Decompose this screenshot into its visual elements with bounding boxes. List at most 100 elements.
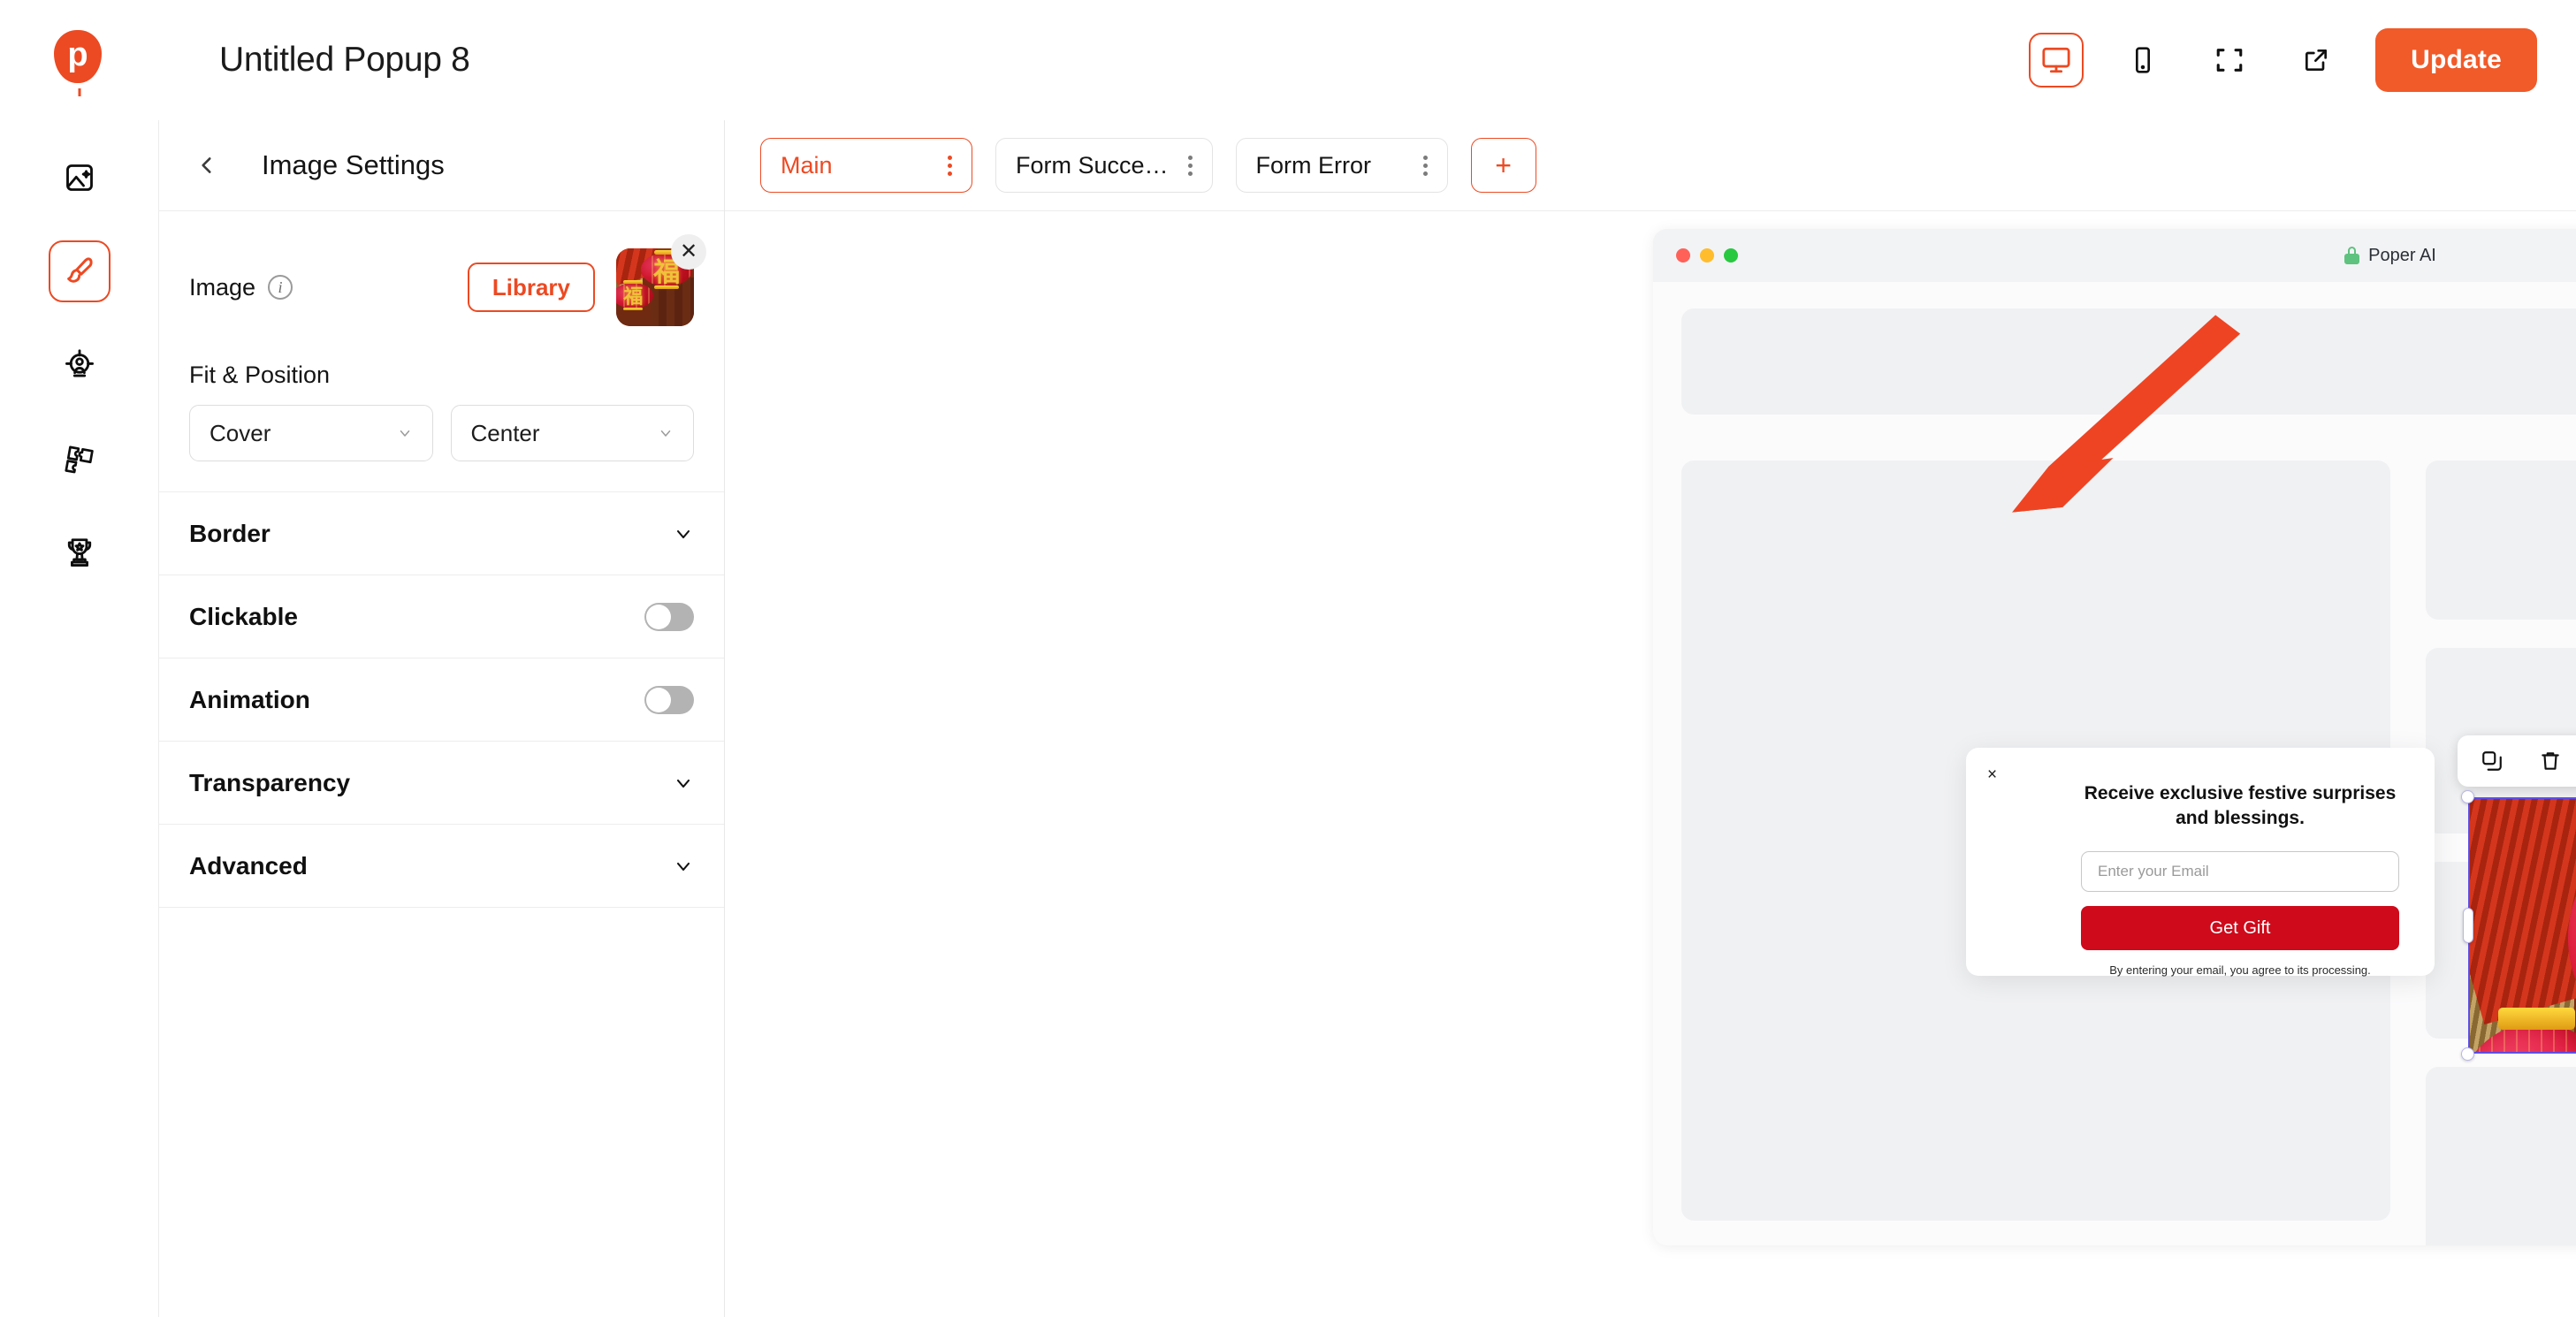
trash-delete-icon[interactable] (2537, 748, 2564, 774)
info-circle-icon[interactable]: i (268, 275, 293, 300)
top-bar-actions: Update (2029, 28, 2576, 92)
library-button[interactable]: Library (467, 263, 595, 312)
fit-select[interactable]: Cover (189, 405, 433, 461)
desktop-view-button[interactable] (2029, 33, 2084, 88)
top-bar: p Untitled Popup 8 Update (0, 0, 2576, 120)
position-select[interactable]: Center (450, 405, 694, 461)
fit-select-value: Cover (210, 419, 271, 446)
section-transparency[interactable]: Transparency (159, 742, 724, 825)
tab-form-success[interactable]: Form Succe… (995, 138, 1213, 193)
popup-consent-note: By entering your email, you agree to its… (2109, 963, 2371, 978)
kebab-menu-icon[interactable] (928, 155, 952, 176)
resize-handle-left[interactable] (2463, 908, 2473, 943)
panel-header: Image Settings (159, 120, 724, 211)
preview-button[interactable] (2289, 33, 2344, 88)
fit-position-selects: Cover Center (189, 405, 694, 461)
chevron-left-icon (202, 157, 211, 173)
section-border-label: Border (189, 519, 271, 547)
tab-form-error-label: Form Error (1255, 151, 1372, 179)
update-button[interactable]: Update (2375, 28, 2537, 92)
chevron-down-icon (673, 523, 694, 544)
puzzle-integrations-icon (64, 445, 94, 474)
app-body: Image Settings Image i Library 福 福 ✕ Fit… (0, 120, 2576, 1317)
logo-letter: p (67, 36, 88, 73)
audience-target-icon (65, 349, 94, 377)
popup-cta-button[interactable]: Get Gift (2081, 906, 2399, 951)
section-transparency-label: Transparency (189, 768, 351, 796)
popup-heading: Receive exclusive festive surprises and … (2084, 783, 2397, 828)
mobile-phone-icon (2136, 47, 2151, 73)
position-select-value: Center (470, 419, 540, 446)
chevron-down-icon (673, 856, 694, 877)
app-root: p Untitled Popup 8 Update Image Settings… (0, 0, 2576, 1317)
balloon-shape: p (54, 30, 102, 83)
browser-mockup: Poper AI (1653, 229, 2576, 1245)
section-animation[interactable]: Animation (159, 658, 724, 742)
mobile-view-button[interactable] (2115, 33, 2170, 88)
clickable-toggle[interactable] (644, 602, 694, 631)
resize-handle-top-left[interactable] (2461, 790, 2474, 803)
poper-balloon-logo: p (54, 30, 105, 96)
popup-preview[interactable]: × Receive exclusive festive surprises an… (1966, 748, 2435, 979)
sidebar-item-integrations[interactable] (49, 428, 111, 490)
sidebar-item-media[interactable] (49, 147, 111, 209)
chevron-down-icon (397, 420, 413, 447)
fullscreen-button[interactable] (2202, 33, 2257, 88)
add-step-button[interactable]: + (1470, 138, 1536, 193)
image-row: Image i Library 福 福 ✕ (189, 234, 706, 337)
popup-content: Receive exclusive festive surprises and … (2081, 781, 2399, 979)
image-label: Image (189, 273, 256, 301)
section-border[interactable]: Border (159, 492, 724, 575)
desktop-monitor-icon (2042, 47, 2070, 73)
popup-email-input[interactable]: Enter your Email (2081, 851, 2399, 893)
section-advanced[interactable]: Advanced (159, 825, 724, 908)
panel-title: Image Settings (262, 149, 445, 180)
section-clickable[interactable]: Clickable (159, 575, 724, 658)
app-logo[interactable]: p (0, 30, 159, 96)
external-link-icon (2305, 49, 2328, 71)
sidebar-item-audience[interactable] (49, 334, 111, 396)
resize-handle-bottom-left[interactable] (2461, 1047, 2474, 1061)
remove-image-button[interactable]: ✕ (671, 234, 706, 270)
placeholder-hero (1681, 308, 2576, 415)
fullscreen-expand-icon (2216, 49, 2243, 72)
kebab-menu-icon[interactable] (1169, 155, 1193, 176)
settings-panel: Image Settings Image i Library 福 福 ✕ Fit… (159, 120, 725, 1317)
popup-close-button[interactable]: × (1987, 765, 1997, 785)
duplicate-copy-icon[interactable] (2479, 748, 2505, 774)
sidebar-item-design[interactable] (48, 240, 111, 302)
panel-empty-space (159, 908, 724, 1317)
tab-form-success-label: Form Succe… (1016, 151, 1169, 179)
image-media-icon (65, 164, 93, 191)
trophy-goals-icon (67, 538, 91, 567)
browser-address: Poper AI (1653, 246, 2576, 266)
section-animation-label: Animation (189, 685, 310, 713)
section-advanced-label: Advanced (189, 851, 308, 879)
step-tab-bar: Main Form Succe… Form Error + (725, 120, 2576, 211)
paint-brush-icon (66, 257, 93, 283)
page-title[interactable]: Untitled Popup 8 (219, 41, 470, 80)
kebab-menu-icon[interactable] (1404, 155, 1428, 176)
selected-image-element[interactable]: 福 福 (2458, 735, 2576, 1061)
animation-toggle[interactable] (644, 685, 694, 714)
section-clickable-label: Clickable (189, 602, 298, 630)
browser-site-name: Poper AI (2368, 245, 2436, 265)
tab-form-error[interactable]: Form Error (1235, 138, 1448, 193)
element-toolbar (2458, 735, 2576, 787)
green-lock-icon (2344, 247, 2360, 264)
browser-title-bar: Poper AI (1653, 229, 2576, 282)
back-button[interactable] (189, 148, 225, 183)
left-icon-rail (0, 120, 159, 1317)
canvas-stage: Poper AI × Receive exclusive festive sur… (725, 211, 2576, 1317)
sidebar-item-goals[interactable] (49, 521, 111, 583)
placeholder-block (2426, 461, 2576, 620)
chevron-down-icon (658, 420, 674, 447)
image-section: Image i Library 福 福 ✕ Fit & Position Cov… (159, 211, 724, 492)
canvas-area: Main Form Succe… Form Error + Poper AI ×… (725, 120, 2576, 1317)
balloon-tail (78, 88, 81, 96)
image-thumbnail-wrap: 福 福 ✕ (616, 234, 706, 326)
tab-main[interactable]: Main (760, 138, 972, 193)
selection-bounding-box (2468, 797, 2576, 1054)
placeholder-block (2426, 1067, 2576, 1245)
tab-main-label: Main (781, 151, 833, 179)
